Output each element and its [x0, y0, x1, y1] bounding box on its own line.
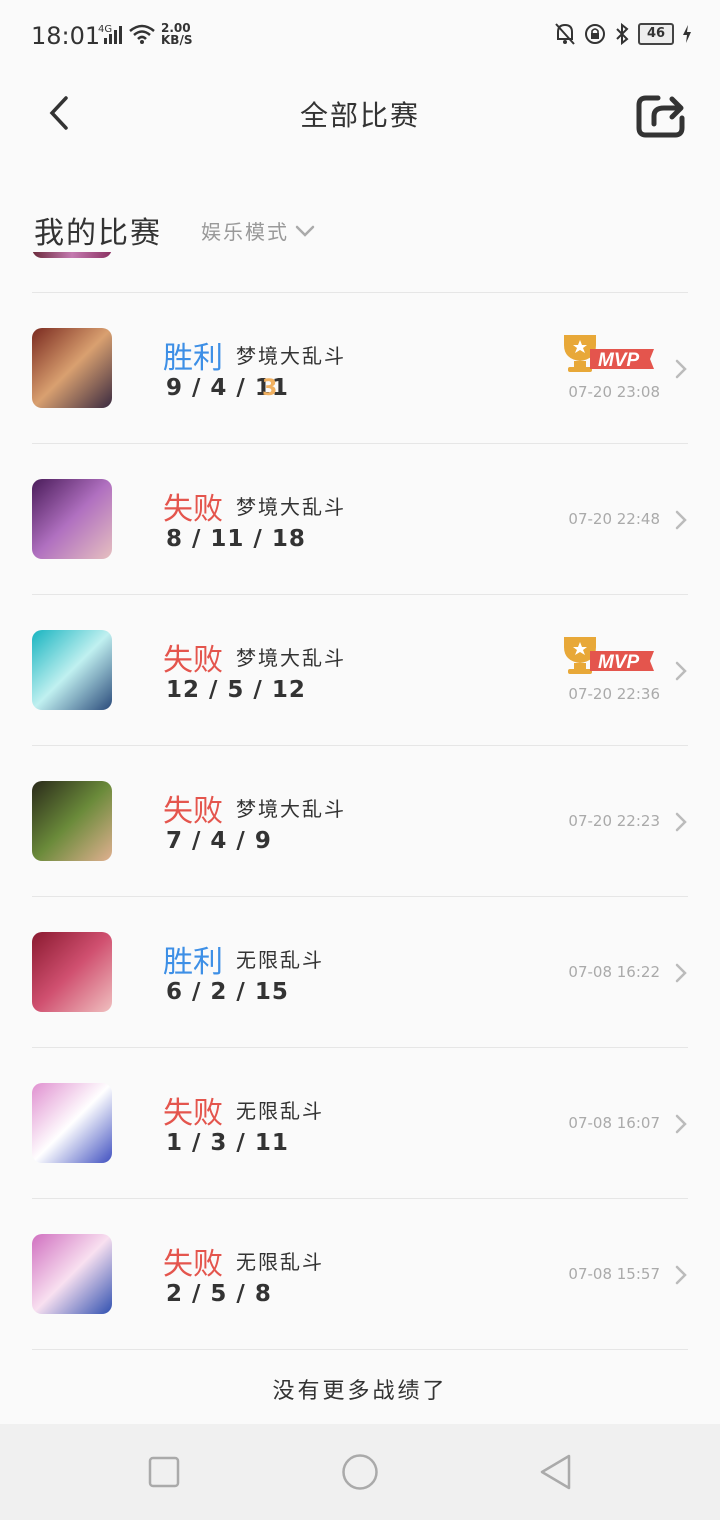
hero-avatar — [32, 781, 112, 861]
match-kda: 12 / 5 / 12 — [166, 677, 306, 703]
match-list[interactable]: 胜利 梦境大乱斗 9 / 4 / 11 3 MVP 07-20 23:08 失败… — [0, 252, 720, 1424]
chevron-right-icon — [675, 510, 687, 530]
home-icon[interactable] — [341, 1453, 379, 1491]
chevron-right-icon — [675, 963, 687, 983]
match-mode: 梦境大乱斗 — [236, 797, 346, 821]
match-row[interactable]: 失败 梦境大乱斗 12 / 5 / 12 MVP 07-20 22:36 — [0, 595, 720, 746]
match-mode: 无限乱斗 — [236, 948, 324, 972]
match-row[interactable]: 失败 梦境大乱斗 8 / 11 / 18 07-20 22:48 — [0, 444, 720, 595]
bluetooth-icon — [616, 22, 629, 46]
system-nav-bar — [0, 1424, 720, 1520]
match-result: 失败 — [163, 794, 223, 829]
section-title: 我的比赛 — [34, 216, 162, 251]
hero-avatar — [32, 328, 112, 408]
match-row[interactable]: 失败 梦境大乱斗 7 / 4 / 9 07-20 22:23 — [0, 746, 720, 897]
match-date: 07-20 22:48 — [568, 510, 660, 528]
match-mode: 梦境大乱斗 — [236, 344, 346, 368]
match-rank: 3 — [262, 376, 278, 401]
trophy-mvp-icon: MVP — [564, 637, 654, 674]
match-row[interactable]: 胜利 无限乱斗 6 / 2 / 15 07-08 16:22 — [0, 897, 720, 1048]
match-kda: 7 / 4 / 9 — [166, 828, 272, 854]
chevron-right-icon — [675, 1114, 687, 1134]
chevron-down-icon — [295, 225, 315, 237]
divider — [32, 1349, 688, 1350]
match-result: 失败 — [163, 1247, 223, 1282]
match-date: 07-08 15:57 — [568, 1265, 660, 1283]
match-mode: 无限乱斗 — [236, 1099, 324, 1123]
hero-avatar — [32, 630, 112, 710]
match-date: 07-20 22:23 — [568, 812, 660, 830]
match-result: 失败 — [163, 492, 223, 527]
back-nav-icon[interactable] — [538, 1453, 574, 1491]
battery-icon: 46 — [638, 23, 674, 45]
mode-dropdown[interactable]: 娱乐模式 — [201, 216, 315, 245]
match-mode: 无限乱斗 — [236, 1250, 324, 1274]
chevron-right-icon — [675, 1265, 687, 1285]
match-date: 07-20 22:36 — [568, 685, 660, 703]
hero-avatar — [32, 932, 112, 1012]
match-row[interactable]: 胜利 梦境大乱斗 9 / 4 / 11 3 MVP 07-20 23:08 — [0, 293, 720, 444]
match-date: 07-20 23:08 — [568, 383, 660, 401]
match-kda: 1 / 3 / 11 — [166, 1130, 289, 1156]
page-title: 全部比赛 — [299, 99, 420, 132]
bell-muted-icon — [555, 23, 575, 45]
share-icon[interactable] — [636, 92, 686, 138]
net-speed-unit: KB/S — [161, 33, 193, 47]
match-result: 失败 — [163, 643, 223, 678]
wifi-icon — [129, 24, 155, 44]
match-result: 失败 — [163, 1096, 223, 1131]
match-date: 07-08 16:07 — [568, 1114, 660, 1132]
net-speed: 2.00 KB/S — [161, 22, 192, 46]
match-row[interactable]: 失败 无限乱斗 2 / 5 / 8 07-08 15:57 — [0, 1199, 720, 1350]
match-mode: 梦境大乱斗 — [236, 495, 346, 519]
match-kda: 8 / 11 / 18 — [166, 526, 306, 552]
match-result: 胜利 — [163, 945, 223, 980]
hero-avatar — [32, 1083, 112, 1163]
trophy-mvp-icon: MVP — [564, 335, 654, 372]
match-mode: 梦境大乱斗 — [236, 646, 346, 670]
clock: 18:01 — [31, 22, 101, 50]
match-row[interactable]: 失败 无限乱斗 1 / 3 / 11 07-08 16:07 — [0, 1048, 720, 1199]
charging-icon — [683, 25, 691, 43]
chevron-right-icon — [675, 661, 687, 681]
svg-text:MVP: MVP — [598, 350, 640, 371]
avatar-partial — [32, 252, 112, 258]
signal-icon — [104, 26, 122, 44]
mode-label: 娱乐模式 — [201, 220, 289, 244]
status-bar: 18:01 4G 2.00 KB/S 46 — [0, 0, 720, 70]
no-more-records-text: 没有更多战绩了 — [272, 1379, 448, 1404]
chevron-right-icon — [675, 359, 687, 379]
match-kda: 6 / 2 / 15 — [166, 979, 289, 1005]
match-date: 07-08 16:22 — [568, 963, 660, 981]
recent-apps-icon[interactable] — [148, 1456, 180, 1488]
rotation-lock-icon — [585, 24, 605, 44]
match-result: 胜利 — [163, 341, 223, 376]
hero-avatar — [32, 479, 112, 559]
match-kda: 2 / 5 / 8 — [166, 1281, 272, 1307]
hero-avatar — [32, 1234, 112, 1314]
status-icons: 46 — [554, 22, 692, 46]
chevron-right-icon — [675, 812, 687, 832]
svg-text:MVP: MVP — [598, 652, 640, 673]
